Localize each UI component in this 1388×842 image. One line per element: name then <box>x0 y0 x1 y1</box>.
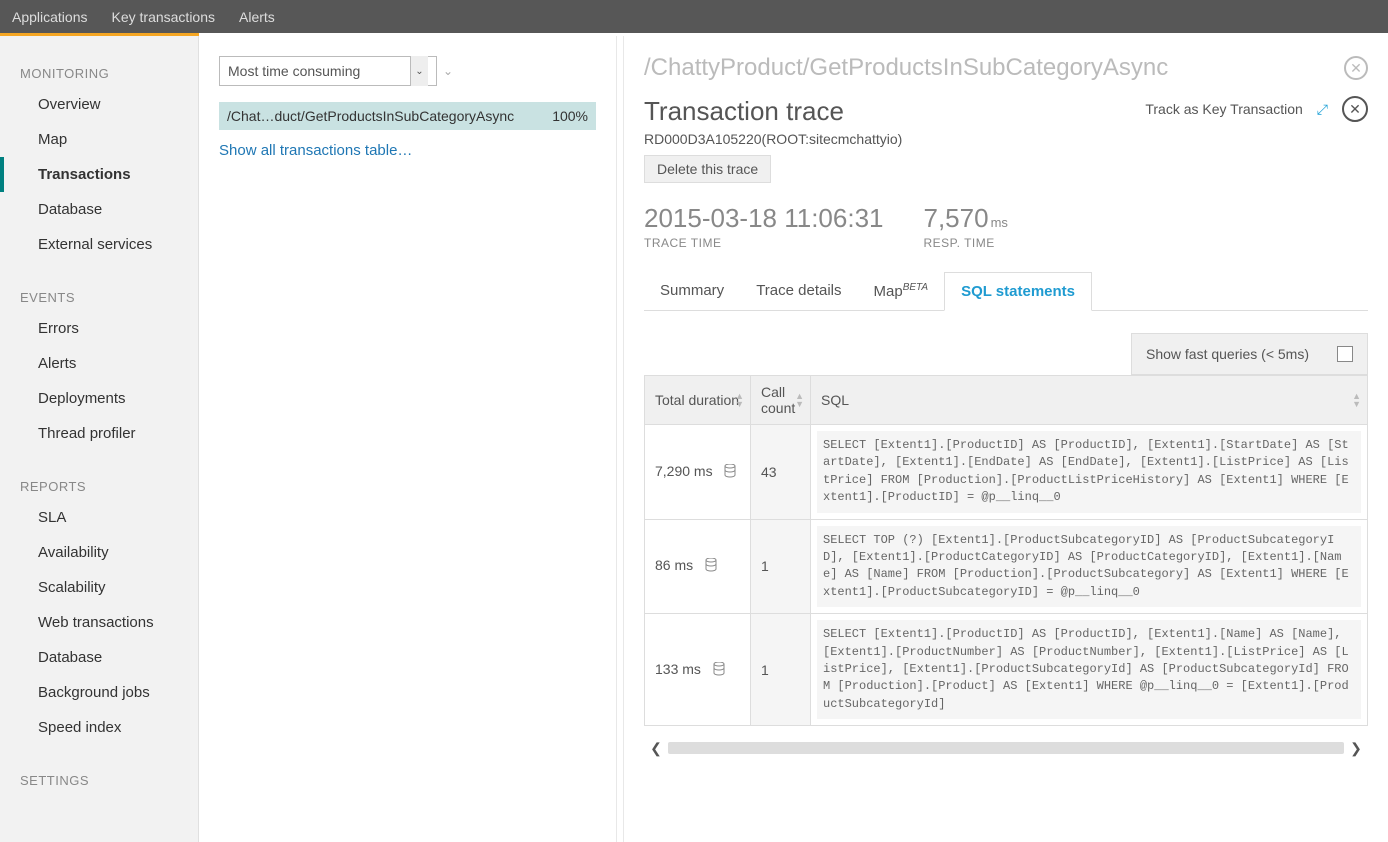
filter-select-value: Most time consuming <box>228 63 360 79</box>
fast-queries-toggle[interactable]: Show fast queries (< 5ms) <box>1131 333 1368 375</box>
sidebar-item-speed-index[interactable]: Speed index <box>0 710 198 745</box>
sql-statements-table: Total duration ▲▼ Call count ▲▼ SQL ▲▼ <box>644 375 1368 726</box>
topnav-key-transactions[interactable]: Key transactions <box>112 9 216 25</box>
expand-icon[interactable]: ⤢ <box>1317 101 1328 118</box>
fast-queries-checkbox[interactable] <box>1337 346 1353 362</box>
th-sql[interactable]: SQL ▲▼ <box>811 376 1368 425</box>
transaction-pct: 100% <box>552 108 588 124</box>
sql-text: SELECT TOP (?) [Extent1].[ProductSubcate… <box>817 526 1361 608</box>
topnav-applications[interactable]: Applications <box>12 9 88 25</box>
tab-sql-statements[interactable]: SQL statements <box>944 272 1092 311</box>
table-row[interactable]: 86 ms 1 SELECT TOP (?) [Extent1].[Produc… <box>645 519 1368 614</box>
tab-sql-statements-label: SQL statements <box>961 283 1075 300</box>
sidebar-item-background-jobs[interactable]: Background jobs <box>0 675 198 710</box>
top-nav: Applications Key transactions Alerts <box>0 0 1388 33</box>
topnav-alerts[interactable]: Alerts <box>239 9 275 25</box>
resp-time-label: RESP. TIME <box>924 236 1008 250</box>
chevron-down-icon: ⌄ <box>410 56 428 86</box>
sidebar-item-overview[interactable]: Overview <box>0 87 198 122</box>
duration-value: 86 ms <box>655 557 693 573</box>
sort-icon: ▲▼ <box>1352 392 1361 408</box>
table-row[interactable]: 133 ms 1 SELECT [Extent1].[ProductID] AS… <box>645 614 1368 726</box>
close-trace-button[interactable]: ✕ <box>1342 96 1368 122</box>
resp-time-value: 7,570 <box>924 203 989 233</box>
sidebar-item-errors[interactable]: Errors <box>0 311 198 346</box>
sidebar-item-transactions[interactable]: Transactions <box>0 157 198 192</box>
sidebar-heading-monitoring: MONITORING <box>0 54 198 87</box>
pager-next-button[interactable]: ❯ <box>1344 740 1368 757</box>
th-total-duration[interactable]: Total duration ▲▼ <box>645 376 751 425</box>
pager-scrollbar[interactable] <box>668 742 1344 754</box>
trace-detail-panel: /ChattyProduct/GetProductsInSubCategoryA… <box>623 36 1388 842</box>
database-icon <box>724 464 736 481</box>
sidebar-item-map[interactable]: Map <box>0 122 198 157</box>
close-panel-button[interactable]: ✕ <box>1344 56 1368 80</box>
transaction-row[interactable]: /Chat…duct/GetProductsInSubCategoryAsync… <box>219 102 596 130</box>
database-icon <box>705 558 717 575</box>
tab-trace-details[interactable]: Trace details <box>740 272 857 310</box>
sidebar-item-sla[interactable]: SLA <box>0 500 198 535</box>
trace-title: Transaction trace <box>644 96 902 127</box>
th-call-count[interactable]: Call count ▲▼ <box>751 376 811 425</box>
resp-time-stat: 7,570ms RESP. TIME <box>924 203 1008 250</box>
tab-map-label: Map <box>874 283 903 300</box>
sidebar-heading-reports: REPORTS <box>0 467 198 500</box>
resp-time-unit: ms <box>991 215 1008 230</box>
transaction-list-panel: Most time consuming ⌄ ⌄ /Chat…duct/GetPr… <box>199 36 617 842</box>
close-icon: ✕ <box>1349 101 1361 118</box>
tab-map-sup: BETA <box>903 282 928 293</box>
th-total-duration-label: Total duration <box>655 392 739 408</box>
delete-trace-button[interactable]: Delete this trace <box>644 155 771 183</box>
close-icon: ✕ <box>1350 60 1362 77</box>
pager-prev-button[interactable]: ❮ <box>644 740 668 757</box>
database-icon <box>713 662 725 679</box>
trace-tabs: Summary Trace details MapBETA SQL statem… <box>644 272 1368 311</box>
trace-time-value: 2015-03-18 11:06:31 <box>644 203 884 234</box>
track-key-transaction-link[interactable]: Track as Key Transaction <box>1145 101 1302 117</box>
trace-subtitle: RD000D3A105220(ROOT:sitecmchattyio) <box>644 131 902 147</box>
tab-map[interactable]: MapBETA <box>858 272 945 310</box>
trace-breadcrumb: /ChattyProduct/GetProductsInSubCategoryA… <box>644 54 1368 82</box>
sidebar-item-alerts[interactable]: Alerts <box>0 346 198 381</box>
sidebar-item-database[interactable]: Database <box>0 192 198 227</box>
tab-summary-label: Summary <box>660 282 724 299</box>
tab-summary[interactable]: Summary <box>644 272 740 310</box>
sidebar-item-web-transactions[interactable]: Web transactions <box>0 605 198 640</box>
fast-queries-label: Show fast queries (< 5ms) <box>1146 346 1309 362</box>
call-count-value: 1 <box>751 614 811 726</box>
sql-text: SELECT [Extent1].[ProductID] AS [Product… <box>817 431 1361 513</box>
call-count-value: 1 <box>751 519 811 614</box>
duration-value: 7,290 ms <box>655 463 713 479</box>
sql-text: SELECT [Extent1].[ProductID] AS [Product… <box>817 620 1361 719</box>
tab-trace-details-label: Trace details <box>756 282 841 299</box>
sidebar-item-report-database[interactable]: Database <box>0 640 198 675</box>
table-row[interactable]: 7,290 ms 43 SELECT [Extent1].[ProductID]… <box>645 425 1368 520</box>
show-all-transactions-link[interactable]: Show all transactions table… <box>219 142 596 159</box>
duration-value: 133 ms <box>655 661 701 677</box>
sidebar-item-external-services[interactable]: External services <box>0 227 198 262</box>
th-sql-label: SQL <box>821 392 849 408</box>
sidebar-item-scalability[interactable]: Scalability <box>0 570 198 605</box>
pager: ❮ ❯ <box>644 738 1368 758</box>
trace-time-label: TRACE TIME <box>644 236 884 250</box>
sidebar-heading-settings: SETTINGS <box>0 761 198 794</box>
sidebar-heading-events: EVENTS <box>0 278 198 311</box>
sidebar-item-deployments[interactable]: Deployments <box>0 381 198 416</box>
sidebar-item-availability[interactable]: Availability <box>0 535 198 570</box>
sort-icon: ▲▼ <box>735 392 744 408</box>
call-count-value: 43 <box>751 425 811 520</box>
sidebar: MONITORING Overview Map Transactions Dat… <box>0 36 199 842</box>
th-call-count-label: Call count <box>761 384 795 416</box>
trace-time-stat: 2015-03-18 11:06:31 TRACE TIME <box>644 203 884 250</box>
transaction-name: /Chat…duct/GetProductsInSubCategoryAsync <box>227 108 514 124</box>
sidebar-item-thread-profiler[interactable]: Thread profiler <box>0 416 198 451</box>
sort-icon: ▲▼ <box>795 392 804 408</box>
filter-select[interactable]: Most time consuming ⌄ <box>219 56 437 86</box>
dropdown-secondary-chevron-icon[interactable]: ⌄ <box>443 64 453 78</box>
